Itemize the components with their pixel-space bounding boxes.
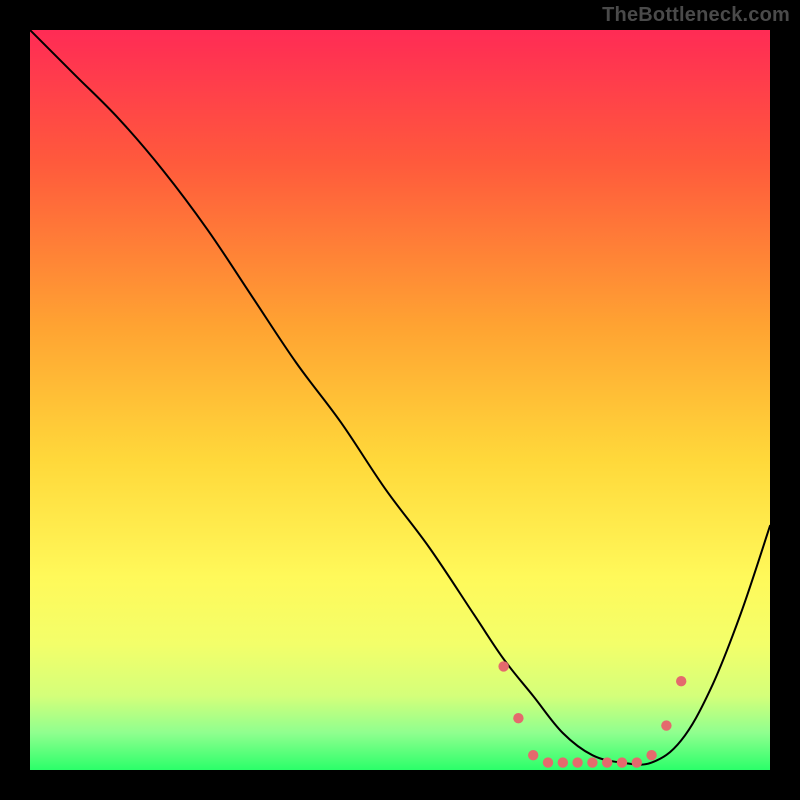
chart-svg <box>30 30 770 770</box>
marker-dot <box>513 713 523 723</box>
watermark-label: TheBottleneck.com <box>602 4 790 27</box>
marker-dot <box>617 757 627 767</box>
plot-area <box>30 30 770 770</box>
marker-dot <box>572 757 582 767</box>
gradient-background <box>30 30 770 770</box>
marker-dot <box>498 661 508 671</box>
marker-dot <box>661 720 671 730</box>
marker-dot <box>543 757 553 767</box>
chart-frame: TheBottleneck.com <box>0 0 800 800</box>
marker-dot <box>558 757 568 767</box>
marker-dot <box>632 757 642 767</box>
marker-dot <box>587 757 597 767</box>
marker-dot <box>528 750 538 760</box>
marker-dot <box>676 676 686 686</box>
marker-dot <box>646 750 656 760</box>
marker-dot <box>602 757 612 767</box>
plot-border <box>24 24 776 776</box>
